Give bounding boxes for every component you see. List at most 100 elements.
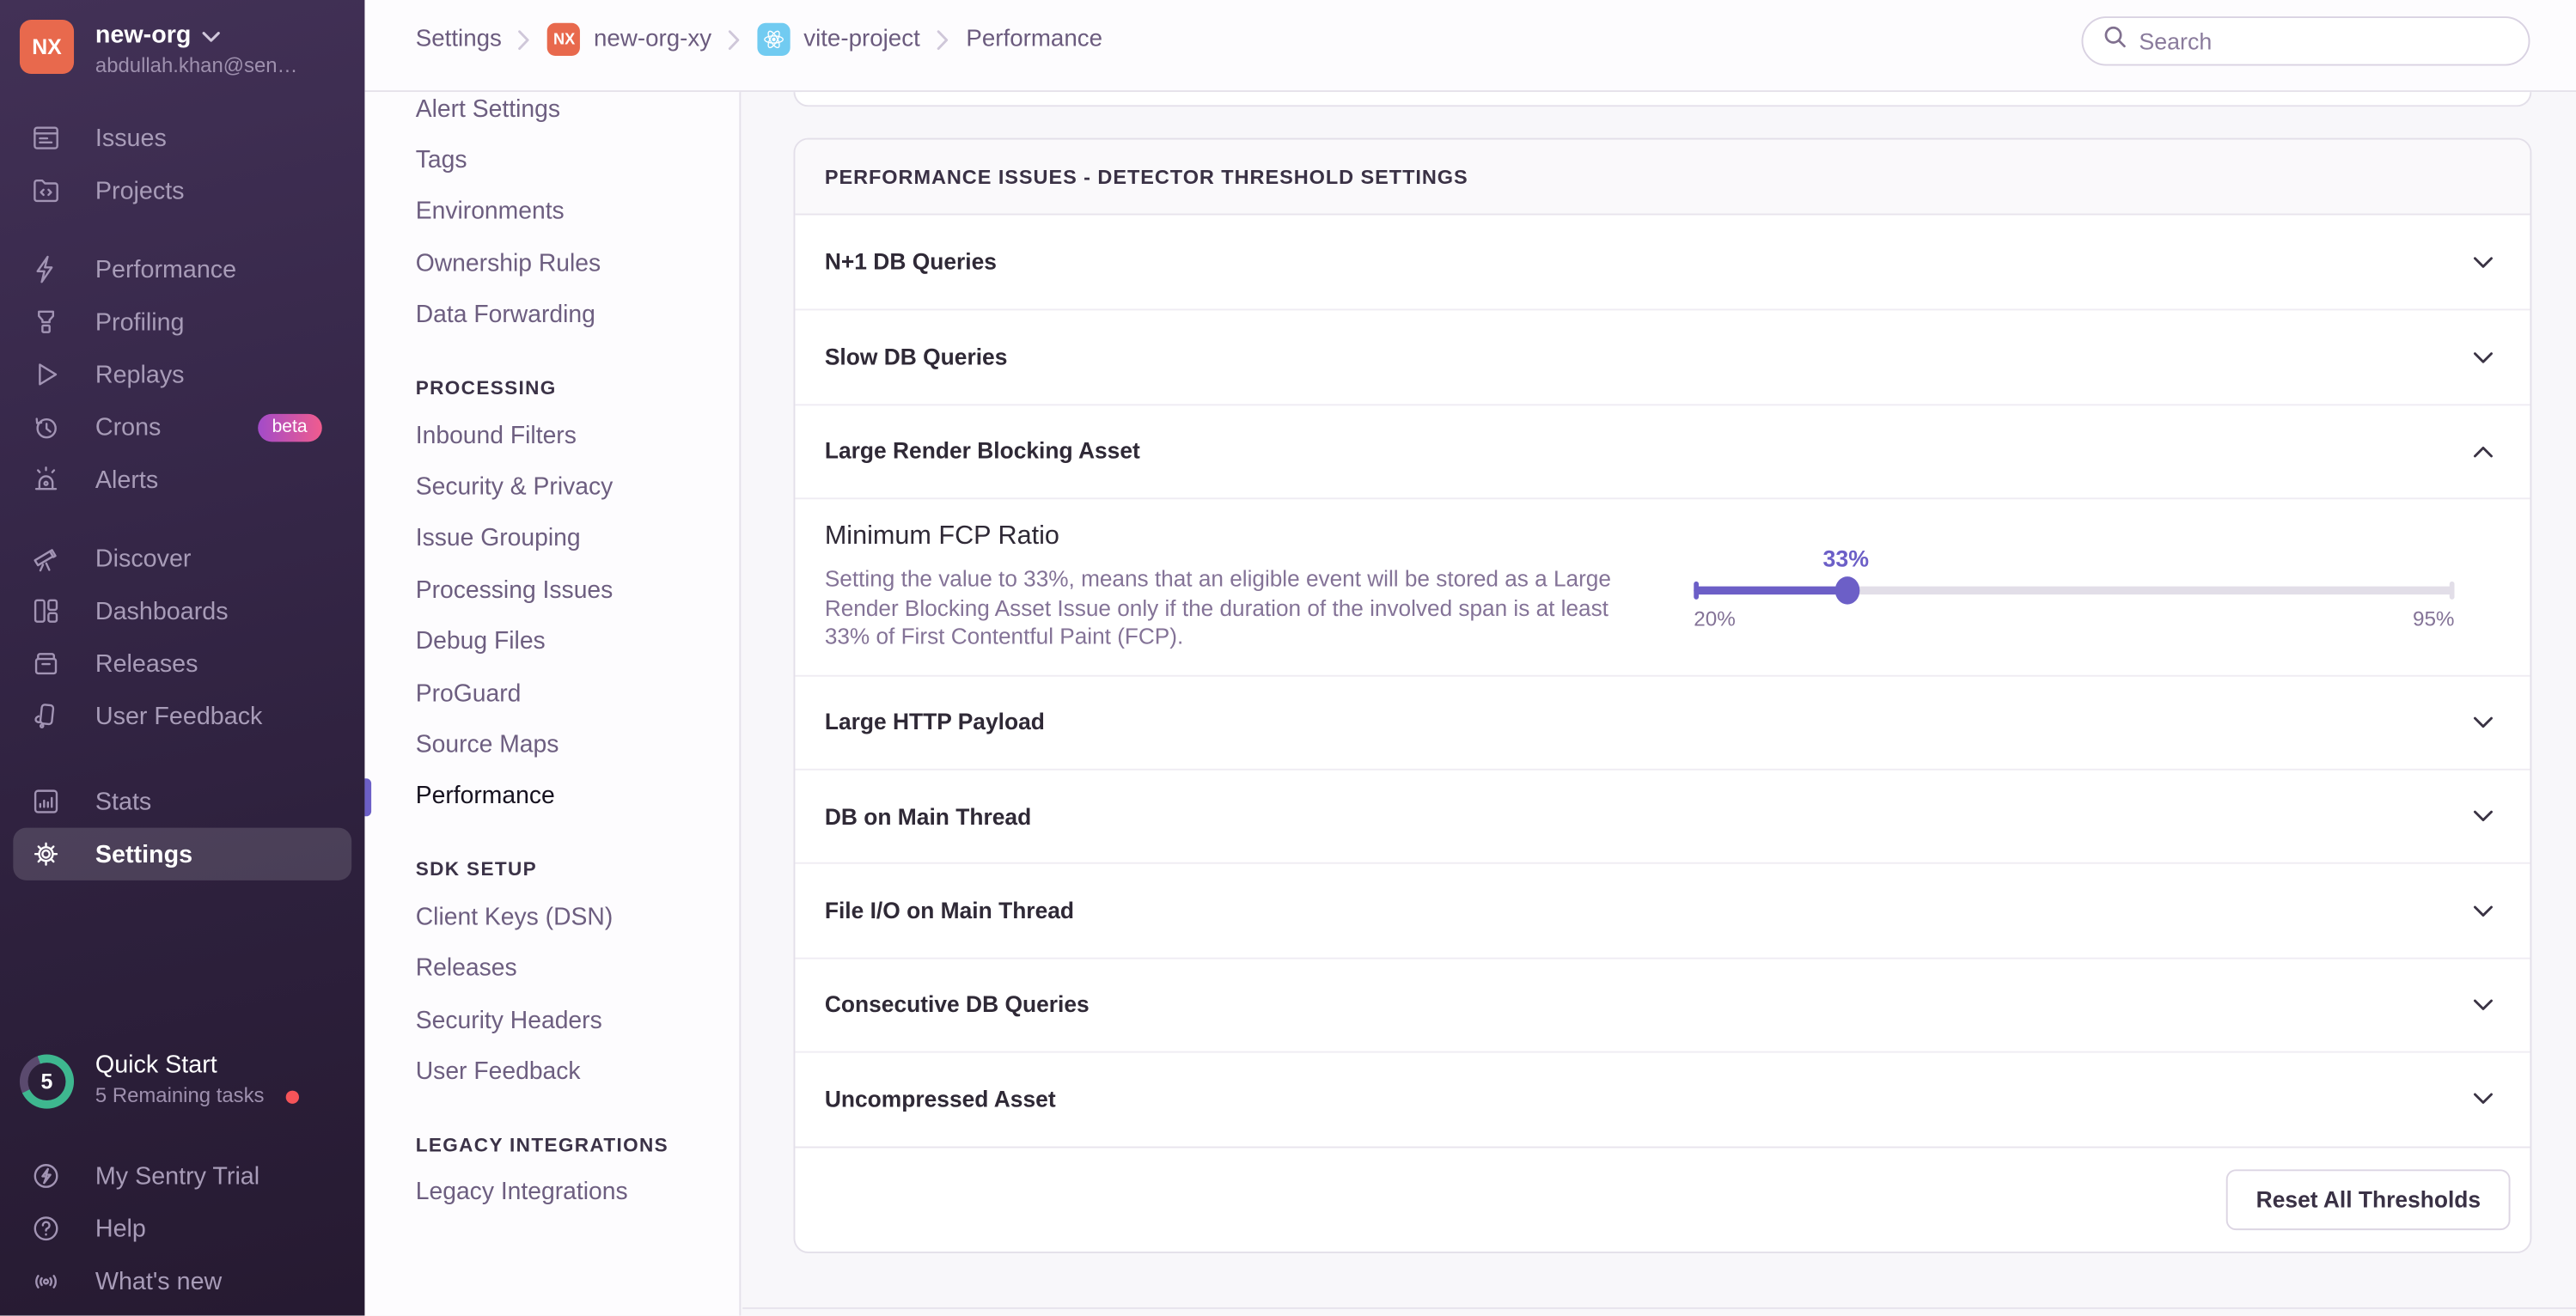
content-bottom-divider xyxy=(742,1307,2576,1309)
sidebar-item-releases[interactable]: Releases xyxy=(0,637,364,690)
sidebar-item-dashboards[interactable]: Dashboards xyxy=(0,585,364,637)
quick-start-panel[interactable]: 5 Quick Start 5 Remaining tasks xyxy=(0,1048,364,1120)
sidebar-item-label: My Sentry Trial xyxy=(95,1161,260,1191)
sidebar-item-stats[interactable]: Stats xyxy=(0,775,364,827)
sidebar-item-projects[interactable]: Projects xyxy=(0,164,364,216)
detector-row-slow-db-queries[interactable]: Slow DB Queries xyxy=(795,309,2530,404)
breadcrumb-project[interactable]: vite-project xyxy=(757,22,920,57)
settings-nav-security-privacy[interactable]: Security & Privacy xyxy=(364,462,739,514)
breadcrumb-organization[interactable]: NX new-org-xy xyxy=(547,22,711,57)
slider-range-labels: 20% 95% xyxy=(1694,608,2454,631)
sidebar-item-label: Issues xyxy=(95,124,167,152)
sidebar-item-label: Performance xyxy=(95,255,237,283)
play-icon xyxy=(29,358,65,391)
sidebar-item-discover[interactable]: Discover xyxy=(0,532,364,584)
sidebar-item-label: Discover xyxy=(95,544,192,573)
sidebar-item-label: Settings xyxy=(95,839,193,868)
sidebar-item-profiling[interactable]: Profiling xyxy=(0,295,364,348)
issues-icon xyxy=(29,121,65,154)
search-input[interactable] xyxy=(2139,27,2509,55)
chevron-down-icon xyxy=(2473,990,2494,1020)
card-title: PERFORMANCE ISSUES - DETECTOR THRESHOLD … xyxy=(795,139,2530,216)
sidebar-item-label: Releases xyxy=(95,649,198,678)
sidebar-nav: Issues Projects Performance Profiling Re… xyxy=(0,112,364,880)
settings-nav-inbound-filters[interactable]: Inbound Filters xyxy=(364,411,739,462)
sidebar-item-whats-new[interactable]: What's new xyxy=(0,1255,364,1307)
quick-start-count: 5 xyxy=(27,1063,66,1101)
question-circle-icon xyxy=(29,1212,65,1245)
sidebar-item-replays[interactable]: Replays xyxy=(0,348,364,400)
sidebar-item-label: User Feedback xyxy=(95,702,263,730)
slider-thumb[interactable] xyxy=(1834,576,1859,604)
broadcast-icon xyxy=(29,1264,65,1297)
detector-row-consecutive-db-queries[interactable]: Consecutive DB Queries xyxy=(795,957,2530,1051)
sidebar-item-alerts[interactable]: Alerts xyxy=(0,454,364,506)
setting-description: Setting the value to 33%, means that an … xyxy=(824,566,1611,649)
settings-nav-section-processing: PROCESSING xyxy=(415,375,557,399)
sidebar-item-user-feedback[interactable]: User Feedback xyxy=(0,690,364,742)
previous-card-bottom xyxy=(793,92,2532,107)
chevron-right-icon xyxy=(728,28,741,50)
sidebar-item-label: What's new xyxy=(95,1267,223,1295)
detector-row-n-plus-one-db-queries[interactable]: N+1 DB Queries xyxy=(795,215,2530,309)
detector-row-file-io-on-main-thread[interactable]: File I/O on Main Thread xyxy=(795,862,2530,957)
sidebar-footer: My Sentry Trial Help What's new xyxy=(0,1149,364,1307)
sidebar: NX new-org abdullah.khan@sen… Issues Pro… xyxy=(0,0,365,1316)
notification-dot xyxy=(285,1090,299,1104)
chevron-right-icon xyxy=(518,28,531,50)
quick-start-progress-ring: 5 xyxy=(19,1054,75,1109)
settings-nav-performance[interactable]: Performance xyxy=(364,771,739,823)
settings-nav-legacy-integrations[interactable]: Legacy Integrations xyxy=(364,1167,739,1219)
expanded-detector-settings: Minimum FCP Ratio Setting the value to 3… xyxy=(795,497,2530,674)
detector-row-large-render-blocking-asset[interactable]: Large Render Blocking Asset xyxy=(795,403,2530,498)
quick-start-subtitle: 5 Remaining tasks xyxy=(95,1083,265,1107)
org-badge: NX xyxy=(547,22,581,57)
org-switcher[interactable]: NX new-org abdullah.khan@sen… xyxy=(0,0,364,92)
sidebar-item-label: Help xyxy=(95,1214,146,1243)
settings-nav-alert-settings[interactable]: Alert Settings xyxy=(364,92,739,135)
search-box xyxy=(2081,16,2530,66)
settings-nav-proguard[interactable]: ProGuard xyxy=(364,668,739,720)
settings-nav-processing-issues[interactable]: Processing Issues xyxy=(364,565,739,617)
slider-track[interactable] xyxy=(1694,576,2455,604)
sidebar-item-help[interactable]: Help xyxy=(0,1203,364,1255)
chevron-down-icon xyxy=(2473,247,2494,277)
detector-row-uncompressed-asset[interactable]: Uncompressed Asset xyxy=(795,1051,2530,1146)
settings-nav-environments[interactable]: Environments xyxy=(364,187,739,239)
settings-nav-source-maps[interactable]: Source Maps xyxy=(364,720,739,771)
slider-fill xyxy=(1694,586,1847,595)
chevron-down-icon xyxy=(2473,1085,2494,1114)
siren-icon xyxy=(29,463,65,496)
detector-row-db-on-main-thread[interactable]: DB on Main Thread xyxy=(795,768,2530,863)
sidebar-item-label: Replays xyxy=(95,360,185,389)
settings-nav-data-forwarding[interactable]: Data Forwarding xyxy=(364,290,739,342)
breadcrumb-settings[interactable]: Settings xyxy=(416,27,502,53)
breadcrumb-performance[interactable]: Performance xyxy=(966,27,1102,53)
reset-all-thresholds-button[interactable]: Reset All Thresholds xyxy=(2226,1168,2511,1230)
app-window: NX new-org abdullah.khan@sen… Issues Pro… xyxy=(0,0,2576,1316)
projects-icon xyxy=(29,174,65,207)
settings-nav-security-headers[interactable]: Security Headers xyxy=(364,995,739,1046)
slider-max-label: 95% xyxy=(2412,607,2455,631)
sidebar-item-my-sentry-trial[interactable]: My Sentry Trial xyxy=(0,1149,364,1202)
gear-icon xyxy=(29,838,65,870)
settings-nav-debug-files[interactable]: Debug Files xyxy=(364,617,739,668)
sidebar-item-settings[interactable]: Settings xyxy=(13,827,352,880)
chevron-down-icon xyxy=(2473,896,2494,925)
sidebar-item-performance[interactable]: Performance xyxy=(0,243,364,295)
settings-nav-client-keys[interactable]: Client Keys (DSN) xyxy=(364,892,739,943)
sidebar-item-issues[interactable]: Issues xyxy=(0,112,364,164)
settings-nav-releases[interactable]: Releases xyxy=(364,943,739,995)
sidebar-item-crons[interactable]: Crons beta xyxy=(0,401,364,454)
sidebar-item-label: Crons xyxy=(95,412,162,442)
breadcrumb: Settings NX new-org-xy vite-project Perf… xyxy=(416,0,1102,79)
detector-row-large-http-payload[interactable]: Large HTTP Payload xyxy=(795,673,2530,769)
settings-nav-issue-grouping[interactable]: Issue Grouping xyxy=(364,514,739,565)
chevron-down-icon xyxy=(2473,708,2494,737)
archive-box-icon xyxy=(29,647,65,679)
settings-nav-tags[interactable]: Tags xyxy=(364,136,739,187)
settings-nav-ownership-rules[interactable]: Ownership Rules xyxy=(364,239,739,290)
settings-nav-user-feedback[interactable]: User Feedback xyxy=(364,1046,739,1098)
chevron-right-icon xyxy=(937,28,949,50)
top-header-bar: Settings NX new-org-xy vite-project Perf… xyxy=(364,0,2576,93)
